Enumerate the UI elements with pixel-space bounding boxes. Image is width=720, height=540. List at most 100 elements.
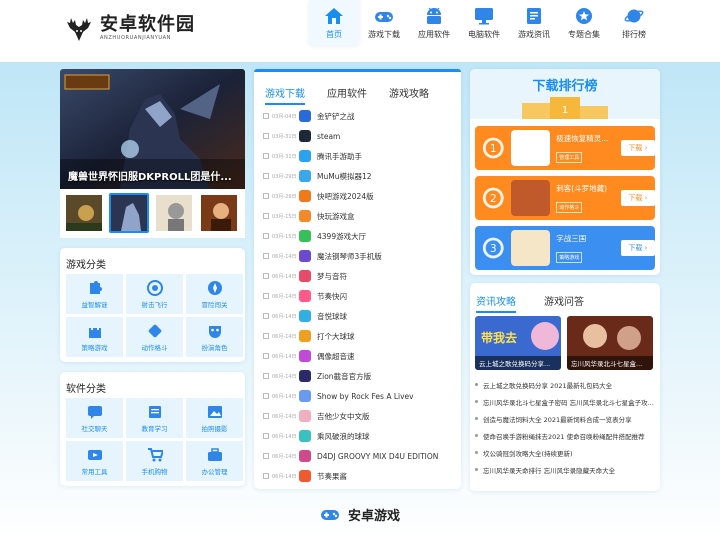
- news-item[interactable]: 云上城之歌兑换码分享 2021最新礼包码大全: [475, 376, 655, 393]
- list-item[interactable]: 06月-14日 Zion截音官方版: [263, 366, 453, 386]
- cat-strategy[interactable]: 策略游戏: [66, 317, 123, 357]
- list-item-date: 03月-29日: [263, 173, 299, 180]
- app-icon: [299, 210, 311, 222]
- tab-game-guides[interactable]: 游戏攻略: [389, 85, 429, 105]
- list-item-name: 吉他少女中文版: [317, 411, 370, 421]
- download-button[interactable]: 下载 ›: [620, 190, 655, 206]
- news-image-1[interactable]: 带我去 云上城之歌兑换码分享...: [475, 316, 561, 370]
- news-item[interactable]: 忘川风华录北斗七星盒子密码 忘川风华录北斗七星盒子攻...: [475, 393, 655, 410]
- news-item[interactable]: 创造与魔法饲料大全 2021最新饲料合成一览表分享: [475, 410, 655, 427]
- app-icon: [299, 270, 311, 282]
- rank-number: 1: [490, 143, 497, 155]
- hero-thumb-1[interactable]: [64, 193, 104, 233]
- cat-shopping[interactable]: 手机购物: [126, 441, 183, 481]
- list-item-name: 音悦球球: [317, 311, 347, 321]
- tab-apps[interactable]: 应用软件: [327, 85, 367, 105]
- ranking-item[interactable]: 1 极速恢复精灵... 管理工具 下载 ›: [475, 126, 655, 170]
- app-icon: [299, 390, 311, 402]
- ranking-item[interactable]: 3 字战三国 策略游戏 下载 ›: [475, 226, 655, 270]
- nav-game-download[interactable]: 游戏下载: [359, 0, 409, 46]
- news-item[interactable]: 坎公骑冠剑攻略大全(持续更新): [475, 444, 655, 461]
- ranking-item[interactable]: 2 刺客(斗罗地藏) 动作格斗 下载 ›: [475, 176, 655, 220]
- list-item[interactable]: 06月-14日 音悦球球: [263, 306, 453, 326]
- rank-app-name: 刺客(斗罗地藏): [556, 184, 608, 193]
- nav-pc-software[interactable]: 电脑软件: [459, 0, 509, 46]
- hero-thumb-3[interactable]: [154, 193, 194, 233]
- app-icon: [299, 410, 311, 422]
- list-item[interactable]: 03月-04日 金铲铲之战: [263, 106, 453, 126]
- cat-social[interactable]: 社交聊天: [66, 398, 123, 438]
- list-item-date: 06月-14日: [263, 353, 299, 360]
- nav-ranking[interactable]: 排行榜: [609, 0, 659, 46]
- hero-thumbnails: [60, 189, 245, 238]
- mask-icon: [208, 325, 221, 338]
- cat-photo[interactable]: 拍照摄影: [186, 398, 243, 438]
- cat-rpg[interactable]: 扮演角色: [186, 317, 243, 357]
- news-item[interactable]: 忘川风华录天命排行 忘川风华录隐藏天命大全: [475, 461, 655, 478]
- book-icon: [148, 405, 161, 418]
- svg-text:带我去: 带我去: [481, 330, 517, 345]
- nav-ranking-label: 排行榜: [622, 30, 646, 39]
- list-item-name: 梦与音符: [317, 271, 347, 281]
- puzzle-icon: [89, 280, 102, 294]
- list-item[interactable]: 06月-14日 打个大球球: [263, 326, 453, 346]
- nav-game-news[interactable]: 游戏资讯: [509, 0, 559, 46]
- target-icon: [146, 279, 163, 296]
- nav-topics[interactable]: 专题合集: [559, 0, 609, 46]
- cat-action[interactable]: 动作格斗: [126, 317, 183, 357]
- tab-game-qa[interactable]: 游戏问答: [544, 293, 584, 313]
- cat-shooting[interactable]: 射击飞行: [126, 274, 183, 314]
- cat-adventure[interactable]: 冒险闯关: [186, 274, 243, 314]
- cat-puzzle[interactable]: 益智解谜: [66, 274, 123, 314]
- tab-news-guides[interactable]: 资讯攻略: [476, 293, 516, 313]
- list-item[interactable]: 03月-15日 快玩游戏盒: [263, 206, 453, 226]
- hero-title: 魔兽世界怀旧服DKPROLL团是什...: [68, 172, 232, 183]
- cat-office[interactable]: 办公管理: [186, 441, 243, 481]
- nav-home[interactable]: 首页: [309, 0, 359, 46]
- news-item[interactable]: 使命召唤手游粉绳抹去2021 使命召唤粉绳配件搭配推荐: [475, 427, 655, 444]
- list-item[interactable]: 06月-14日 乘风破浪的球球: [263, 426, 453, 446]
- list-item[interactable]: 06月-14日 偶像超音速: [263, 346, 453, 366]
- list-item-name: D4DJ GROOVY MIX D4U EDITION: [317, 451, 439, 461]
- news-tabs: 资讯攻略 游戏问答: [476, 293, 606, 313]
- rank-app-image: [510, 180, 551, 216]
- list-item-name: 魔法钢琴师3手机版: [317, 251, 382, 261]
- list-item-name: 节奏快闪: [317, 291, 347, 301]
- news-image-2[interactable]: 忘川风华录北斗七星盒...: [567, 316, 653, 370]
- site-logo[interactable]: 安卓软件园 ANZHUORUANJIANYUAN: [64, 14, 195, 42]
- download-tabs: 游戏下载 应用软件 游戏攻略: [265, 85, 451, 105]
- list-item[interactable]: 03月-31日 steam: [263, 126, 453, 146]
- cat-tools[interactable]: 常用工具: [66, 441, 123, 481]
- news-image-2-caption: 忘川风华录北斗七星盒...: [567, 356, 653, 370]
- list-item[interactable]: 06月-14日 D4DJ GROOVY MIX D4U EDITION: [263, 446, 453, 466]
- document-icon: [527, 8, 541, 24]
- list-item[interactable]: 06月-14日 吉他少女中文版: [263, 406, 453, 426]
- hero-thumb-2[interactable]: [109, 193, 149, 233]
- list-item[interactable]: 06月-14日 魔法钢琴师3手机版: [263, 246, 453, 266]
- list-item[interactable]: 03月-31日 腾讯手游助手: [263, 146, 453, 166]
- list-item[interactable]: 06月-14日 节奏果酱: [263, 466, 453, 486]
- app-icon: [299, 290, 311, 302]
- rank-app-tag: 管理工具: [556, 152, 583, 163]
- tab-game-download[interactable]: 游戏下载: [265, 85, 305, 105]
- app-icon: [299, 250, 311, 262]
- list-item[interactable]: 06月-14日 梦与音符: [263, 266, 453, 286]
- list-item[interactable]: 06月-14日 Show by Rock Fes A Livev: [263, 386, 453, 406]
- rank-app-tag: 动作格斗: [556, 202, 583, 213]
- download-button[interactable]: 下载 ›: [620, 140, 655, 156]
- cat-education[interactable]: 教育学习: [126, 398, 183, 438]
- list-item[interactable]: 03月-29日 快吧游戏2024版: [263, 186, 453, 206]
- list-item-name: 打个大球球: [317, 331, 355, 341]
- download-button[interactable]: 下载 ›: [620, 240, 655, 256]
- list-item[interactable]: 03月-29日 MuMu模拟器12: [263, 166, 453, 186]
- star-icon: [576, 8, 592, 24]
- app-icon: [299, 150, 311, 162]
- hero-banner[interactable]: 魔兽世界怀旧服DKPROLL团是什...: [60, 69, 245, 189]
- list-item[interactable]: 03月-15日 4399游戏大厅: [263, 226, 453, 246]
- app-icon: [299, 350, 311, 362]
- nav-apps[interactable]: 应用软件: [409, 0, 459, 46]
- list-item[interactable]: 06月-14日 节奏快闪: [263, 286, 453, 306]
- hero-thumb-4[interactable]: [199, 193, 239, 233]
- list-item-name: 快吧游戏2024版: [317, 191, 374, 201]
- list-item-date: 03月-04日: [263, 113, 299, 120]
